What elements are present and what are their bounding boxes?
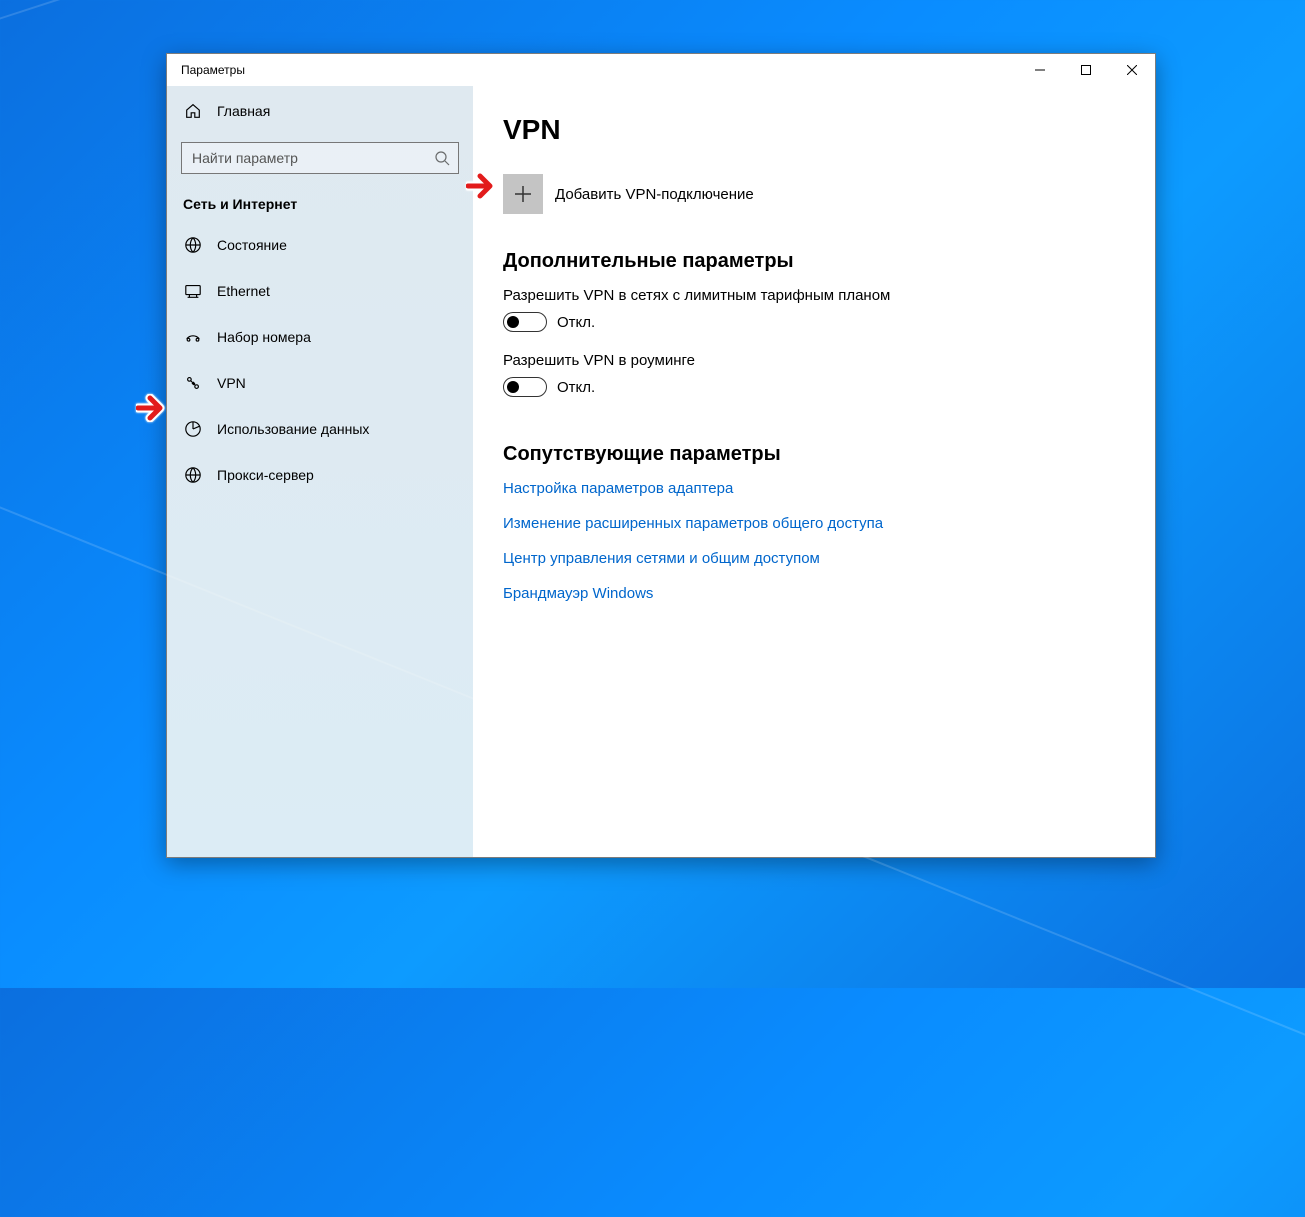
maximize-icon <box>1081 65 1091 75</box>
sidebar-item-status[interactable]: Состояние <box>167 222 473 268</box>
data-usage-icon <box>183 419 203 439</box>
maximize-button[interactable] <box>1063 54 1109 86</box>
sidebar-home-label: Главная <box>217 103 270 119</box>
main-panel: VPN Добавить VPN-подключение Дополнитель… <box>473 86 1155 857</box>
minimize-button[interactable] <box>1017 54 1063 86</box>
sidebar-item-proxy[interactable]: Прокси-сервер <box>167 452 473 498</box>
link-adapter-settings[interactable]: Настройка параметров адаптера <box>503 480 1125 497</box>
sidebar-item-label: Прокси-сервер <box>217 467 314 483</box>
sidebar-group-title: Сеть и Интернет <box>167 182 473 222</box>
caption-buttons <box>1017 54 1155 86</box>
add-vpn-button[interactable]: Добавить VPN-подключение <box>503 174 1125 214</box>
sidebar-item-label: VPN <box>217 375 246 391</box>
globe-icon <box>183 235 203 255</box>
toggle-state: Откл. <box>557 379 595 396</box>
sidebar-item-label: Ethernet <box>217 283 270 299</box>
close-button[interactable] <box>1109 54 1155 86</box>
proxy-icon <box>183 465 203 485</box>
sidebar-item-label: Использование данных <box>217 421 369 437</box>
setting-label: Разрешить VPN в роуминге <box>503 352 1125 369</box>
setting-vpn-roaming: Разрешить VPN в роуминге Откл. <box>503 352 1125 397</box>
toggle-knob <box>507 381 519 393</box>
sidebar-item-data-usage[interactable]: Использование данных <box>167 406 473 452</box>
toggle-vpn-roaming[interactable] <box>503 377 547 397</box>
vpn-icon <box>183 373 203 393</box>
sidebar-item-label: Состояние <box>217 237 287 253</box>
sidebar-item-vpn[interactable]: VPN <box>167 360 473 406</box>
setting-vpn-metered: Разрешить VPN в сетях с лимитным тарифны… <box>503 287 1125 332</box>
sidebar-home[interactable]: Главная <box>167 88 473 134</box>
settings-window: Параметры Главная <box>166 53 1156 858</box>
minimize-icon <box>1035 65 1045 75</box>
toggle-row: Откл. <box>503 377 1125 397</box>
dialup-icon <box>183 327 203 347</box>
page-heading: VPN <box>503 114 1125 146</box>
search-box[interactable] <box>181 142 459 174</box>
sidebar-item-dialup[interactable]: Набор номера <box>167 314 473 360</box>
search-icon <box>434 150 450 166</box>
link-network-center[interactable]: Центр управления сетями и общим доступом <box>503 550 1125 567</box>
link-windows-firewall[interactable]: Брандмауэр Windows <box>503 585 1125 602</box>
annotation-arrow-sidebar-vpn <box>136 394 170 427</box>
related-heading: Сопутствующие параметры <box>503 443 1125 466</box>
setting-label: Разрешить VPN в сетях с лимитным тарифны… <box>503 287 1125 304</box>
related-section: Сопутствующие параметры Настройка параме… <box>503 443 1125 602</box>
advanced-heading: Дополнительные параметры <box>503 250 1125 273</box>
home-icon <box>183 101 203 121</box>
plus-icon <box>513 184 533 204</box>
toggle-vpn-metered[interactable] <box>503 312 547 332</box>
content-area: Главная Сеть и Интернет Состояние <box>167 86 1155 857</box>
link-advanced-sharing[interactable]: Изменение расширенных параметров общего … <box>503 515 1125 532</box>
toggle-row: Откл. <box>503 312 1125 332</box>
add-vpn-label: Добавить VPN-подключение <box>555 186 754 203</box>
toggle-state: Откл. <box>557 314 595 331</box>
search-input[interactable] <box>192 150 434 166</box>
window-title: Параметры <box>167 63 245 77</box>
plus-tile <box>503 174 543 214</box>
sidebar: Главная Сеть и Интернет Состояние <box>167 86 473 857</box>
close-icon <box>1127 65 1137 75</box>
ethernet-icon <box>183 281 203 301</box>
titlebar: Параметры <box>167 54 1155 86</box>
toggle-knob <box>507 316 519 328</box>
sidebar-item-ethernet[interactable]: Ethernet <box>167 268 473 314</box>
sidebar-item-label: Набор номера <box>217 329 311 345</box>
